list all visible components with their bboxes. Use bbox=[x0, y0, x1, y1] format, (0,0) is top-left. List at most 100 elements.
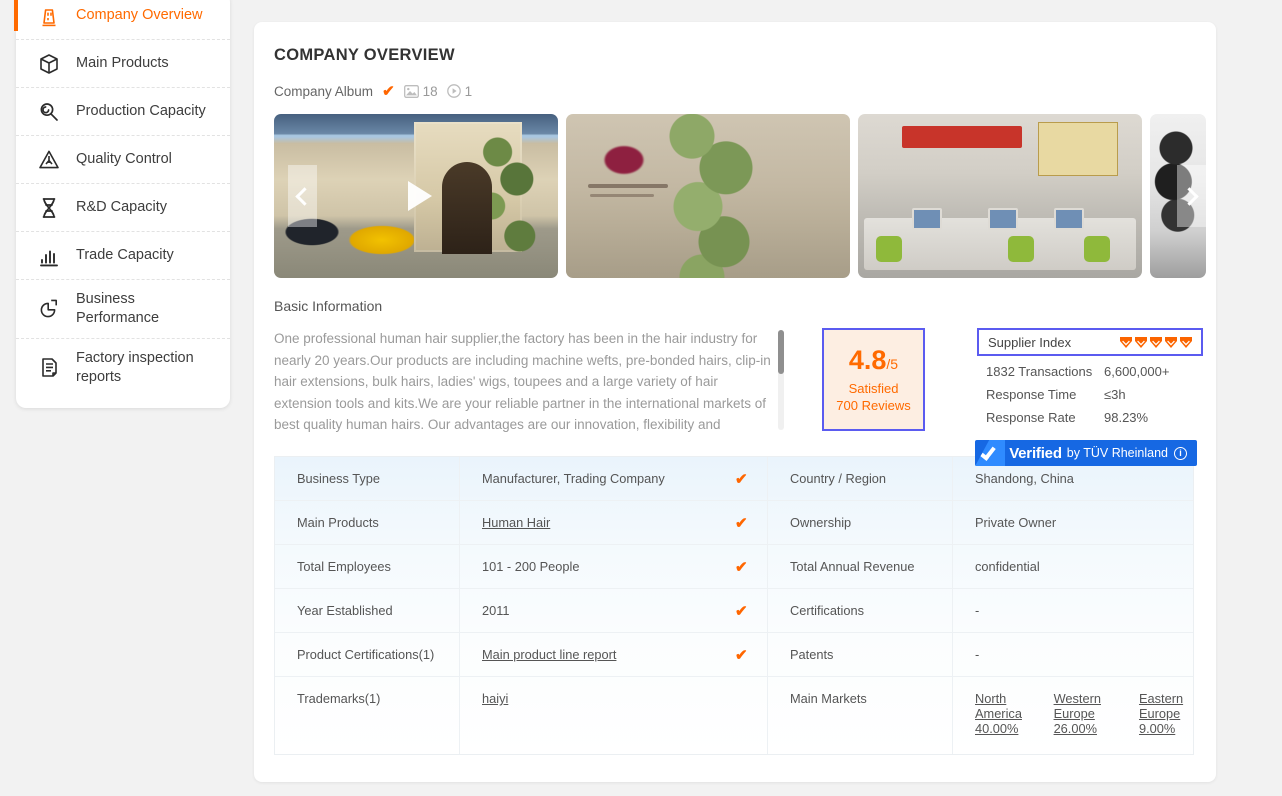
verified-badge[interactable]: Verified by TÜV Rheinland i bbox=[975, 440, 1197, 466]
dna-icon bbox=[36, 195, 62, 221]
table-left-value-link[interactable]: Main product line report bbox=[482, 647, 616, 662]
chair-decor bbox=[876, 236, 902, 262]
table-row: Year Established 2011 ✔ Certifications - bbox=[275, 589, 1193, 633]
check-icon: ✔ bbox=[735, 559, 748, 576]
sidebar-item-business-performance[interactable]: Business Performance bbox=[16, 280, 230, 340]
table-right-market-link[interactable]: Eastern Europe 9.00% bbox=[1139, 691, 1216, 736]
sidebar-item-label: R&D Capacity bbox=[76, 198, 168, 215]
table-left-check-cell: ✔ bbox=[735, 545, 768, 588]
supplier-index-key: Response Time bbox=[986, 387, 1077, 402]
table-right-market-link[interactable]: Western Europe 26.00% bbox=[1054, 691, 1139, 736]
photo-count-group[interactable]: 18 bbox=[403, 83, 438, 99]
supplier-index-diamonds bbox=[1119, 336, 1193, 349]
sidebar-item-label: Main Products bbox=[76, 54, 169, 71]
video-count: 1 bbox=[464, 83, 473, 99]
sign-line-2 bbox=[590, 194, 654, 197]
video-count-group[interactable]: 1 bbox=[446, 83, 473, 99]
check-icon: ✔ bbox=[735, 647, 748, 664]
rating-denominator: /5 bbox=[886, 355, 899, 372]
monitor-decor bbox=[1054, 208, 1084, 230]
table-right-key: Certifications bbox=[768, 589, 953, 632]
table-left-check-cell: ✔ bbox=[735, 633, 768, 676]
gallery-slide-office[interactable] bbox=[858, 114, 1142, 278]
sidebar-item-factory-inspection-reports[interactable]: Factory inspection reports bbox=[16, 339, 230, 397]
sidebar-item-trade-capacity[interactable]: Trade Capacity bbox=[16, 232, 230, 280]
sidebar-item-label: Factory inspection reports bbox=[76, 350, 194, 386]
description-scrollbar-thumb[interactable] bbox=[778, 330, 784, 374]
table-left-check-cell: ✔ bbox=[735, 457, 768, 500]
cube-icon bbox=[36, 51, 62, 77]
table-right-key: Total Annual Revenue bbox=[768, 545, 953, 588]
table-left-value-cell: Human Hair bbox=[460, 501, 735, 544]
monitor-decor bbox=[912, 208, 942, 230]
gallery-slide-video[interactable] bbox=[274, 114, 558, 278]
table-right-market-link[interactable]: North America 40.00% bbox=[975, 691, 1054, 736]
play-button-icon[interactable] bbox=[408, 181, 432, 211]
image-icon bbox=[403, 84, 419, 98]
table-left-value-link[interactable]: haiyi bbox=[482, 691, 508, 706]
table-left-value: 2011 bbox=[482, 603, 510, 618]
company-album-line: Company Album ✔ 18 1 bbox=[274, 82, 1216, 100]
supplier-index-rows: 1832 Transactions 6,600,000+ Response Time… bbox=[977, 356, 1203, 425]
table-row: Total Employees 101 - 200 People ✔ Total An… bbox=[275, 545, 1193, 589]
sidebar-item-r-d-capacity[interactable]: R&D Capacity bbox=[16, 184, 230, 232]
table-right-value-cell: confidential bbox=[953, 545, 1216, 588]
table-left-value-cell: 101 - 200 People bbox=[460, 545, 735, 588]
gallery-slide-entrance[interactable] bbox=[566, 114, 850, 278]
chevron-right-icon bbox=[1180, 186, 1199, 206]
sidebar-item-label: Business Performance bbox=[76, 291, 160, 327]
chair-decor bbox=[1084, 236, 1110, 262]
verified-check-icon: ✔ bbox=[382, 83, 395, 100]
sidebar-item-label: Company Overview bbox=[76, 6, 203, 23]
table-left-value: 101 - 200 People bbox=[482, 559, 580, 574]
diamond-icon bbox=[1119, 336, 1133, 349]
supplier-index-row: 1832 Transactions 6,600,000+ bbox=[977, 356, 1203, 379]
info-icon[interactable]: i bbox=[1174, 446, 1187, 460]
bar-chart-icon bbox=[36, 243, 62, 269]
table-left-value-link[interactable]: Human Hair bbox=[482, 515, 550, 530]
table-right-value-cell: Private Owner bbox=[953, 501, 1216, 544]
rating-reviews-count[interactable]: 700 Reviews bbox=[836, 398, 910, 413]
company-album-label: Company Album bbox=[274, 83, 374, 99]
sidebar-item-company-overview[interactable]: Company Overview bbox=[14, 0, 230, 40]
table-left-key: Main Products bbox=[275, 501, 460, 544]
table-right-value: confidential bbox=[975, 559, 1040, 574]
diamond-icon bbox=[1134, 336, 1148, 349]
table-left-key: Product Certifications(1) bbox=[275, 633, 460, 676]
basic-information-heading: Basic Information bbox=[274, 298, 383, 314]
chevron-left-icon bbox=[295, 186, 314, 206]
table-right-value: Private Owner bbox=[975, 515, 1057, 530]
play-circle-icon bbox=[446, 84, 461, 98]
sidebar-item-production-capacity[interactable]: Production Capacity bbox=[16, 88, 230, 136]
company-album-gallery bbox=[274, 114, 1216, 278]
sidebar-item-label: Quality Control bbox=[76, 150, 172, 167]
sidebar-nav: Company Overview Main Products Production … bbox=[14, 0, 230, 408]
supplier-index-header: Supplier Index bbox=[977, 328, 1203, 356]
table-left-value-cell: 2011 bbox=[460, 589, 735, 632]
diamond-icon bbox=[1149, 336, 1163, 349]
page-title: COMPANY OVERVIEW bbox=[274, 46, 455, 64]
table-right-value-cell: North America 40.00% Western Europe 26.00… bbox=[953, 677, 1216, 754]
sidebar-item-label: Production Capacity bbox=[76, 102, 206, 119]
sidebar-item-quality-control[interactable]: Quality Control bbox=[16, 136, 230, 184]
table-right-value: - bbox=[975, 647, 980, 662]
check-icon: ✔ bbox=[735, 515, 748, 532]
table-right-key: Patents bbox=[768, 633, 953, 676]
company-description-wrap: One professional human hair supplier,the… bbox=[274, 328, 790, 432]
table-left-value-cell: haiyi bbox=[460, 677, 735, 754]
verified-normal-text: by TÜV Rheinland bbox=[1066, 446, 1168, 460]
table-row: Main Products Human Hair ✔ Ownership Private… bbox=[275, 501, 1193, 545]
supplier-index-row: Response Rate 98.23% bbox=[977, 402, 1203, 425]
photo-count: 18 bbox=[422, 83, 438, 99]
table-left-key: Business Type bbox=[275, 457, 460, 500]
check-icon: ✔ bbox=[735, 471, 748, 488]
gallery-slide-outdoor[interactable] bbox=[1150, 114, 1206, 278]
wrench-magnifier-icon bbox=[36, 99, 62, 125]
table-left-check-cell: ✔ bbox=[735, 501, 768, 544]
table-right-key: Ownership bbox=[768, 501, 953, 544]
sidebar-item-main-products[interactable]: Main Products bbox=[16, 40, 230, 88]
gallery-prev-button[interactable] bbox=[288, 165, 317, 227]
verified-check-icon bbox=[975, 440, 1006, 466]
diamond-icon bbox=[1179, 336, 1193, 349]
gallery-next-button[interactable] bbox=[1177, 165, 1206, 227]
